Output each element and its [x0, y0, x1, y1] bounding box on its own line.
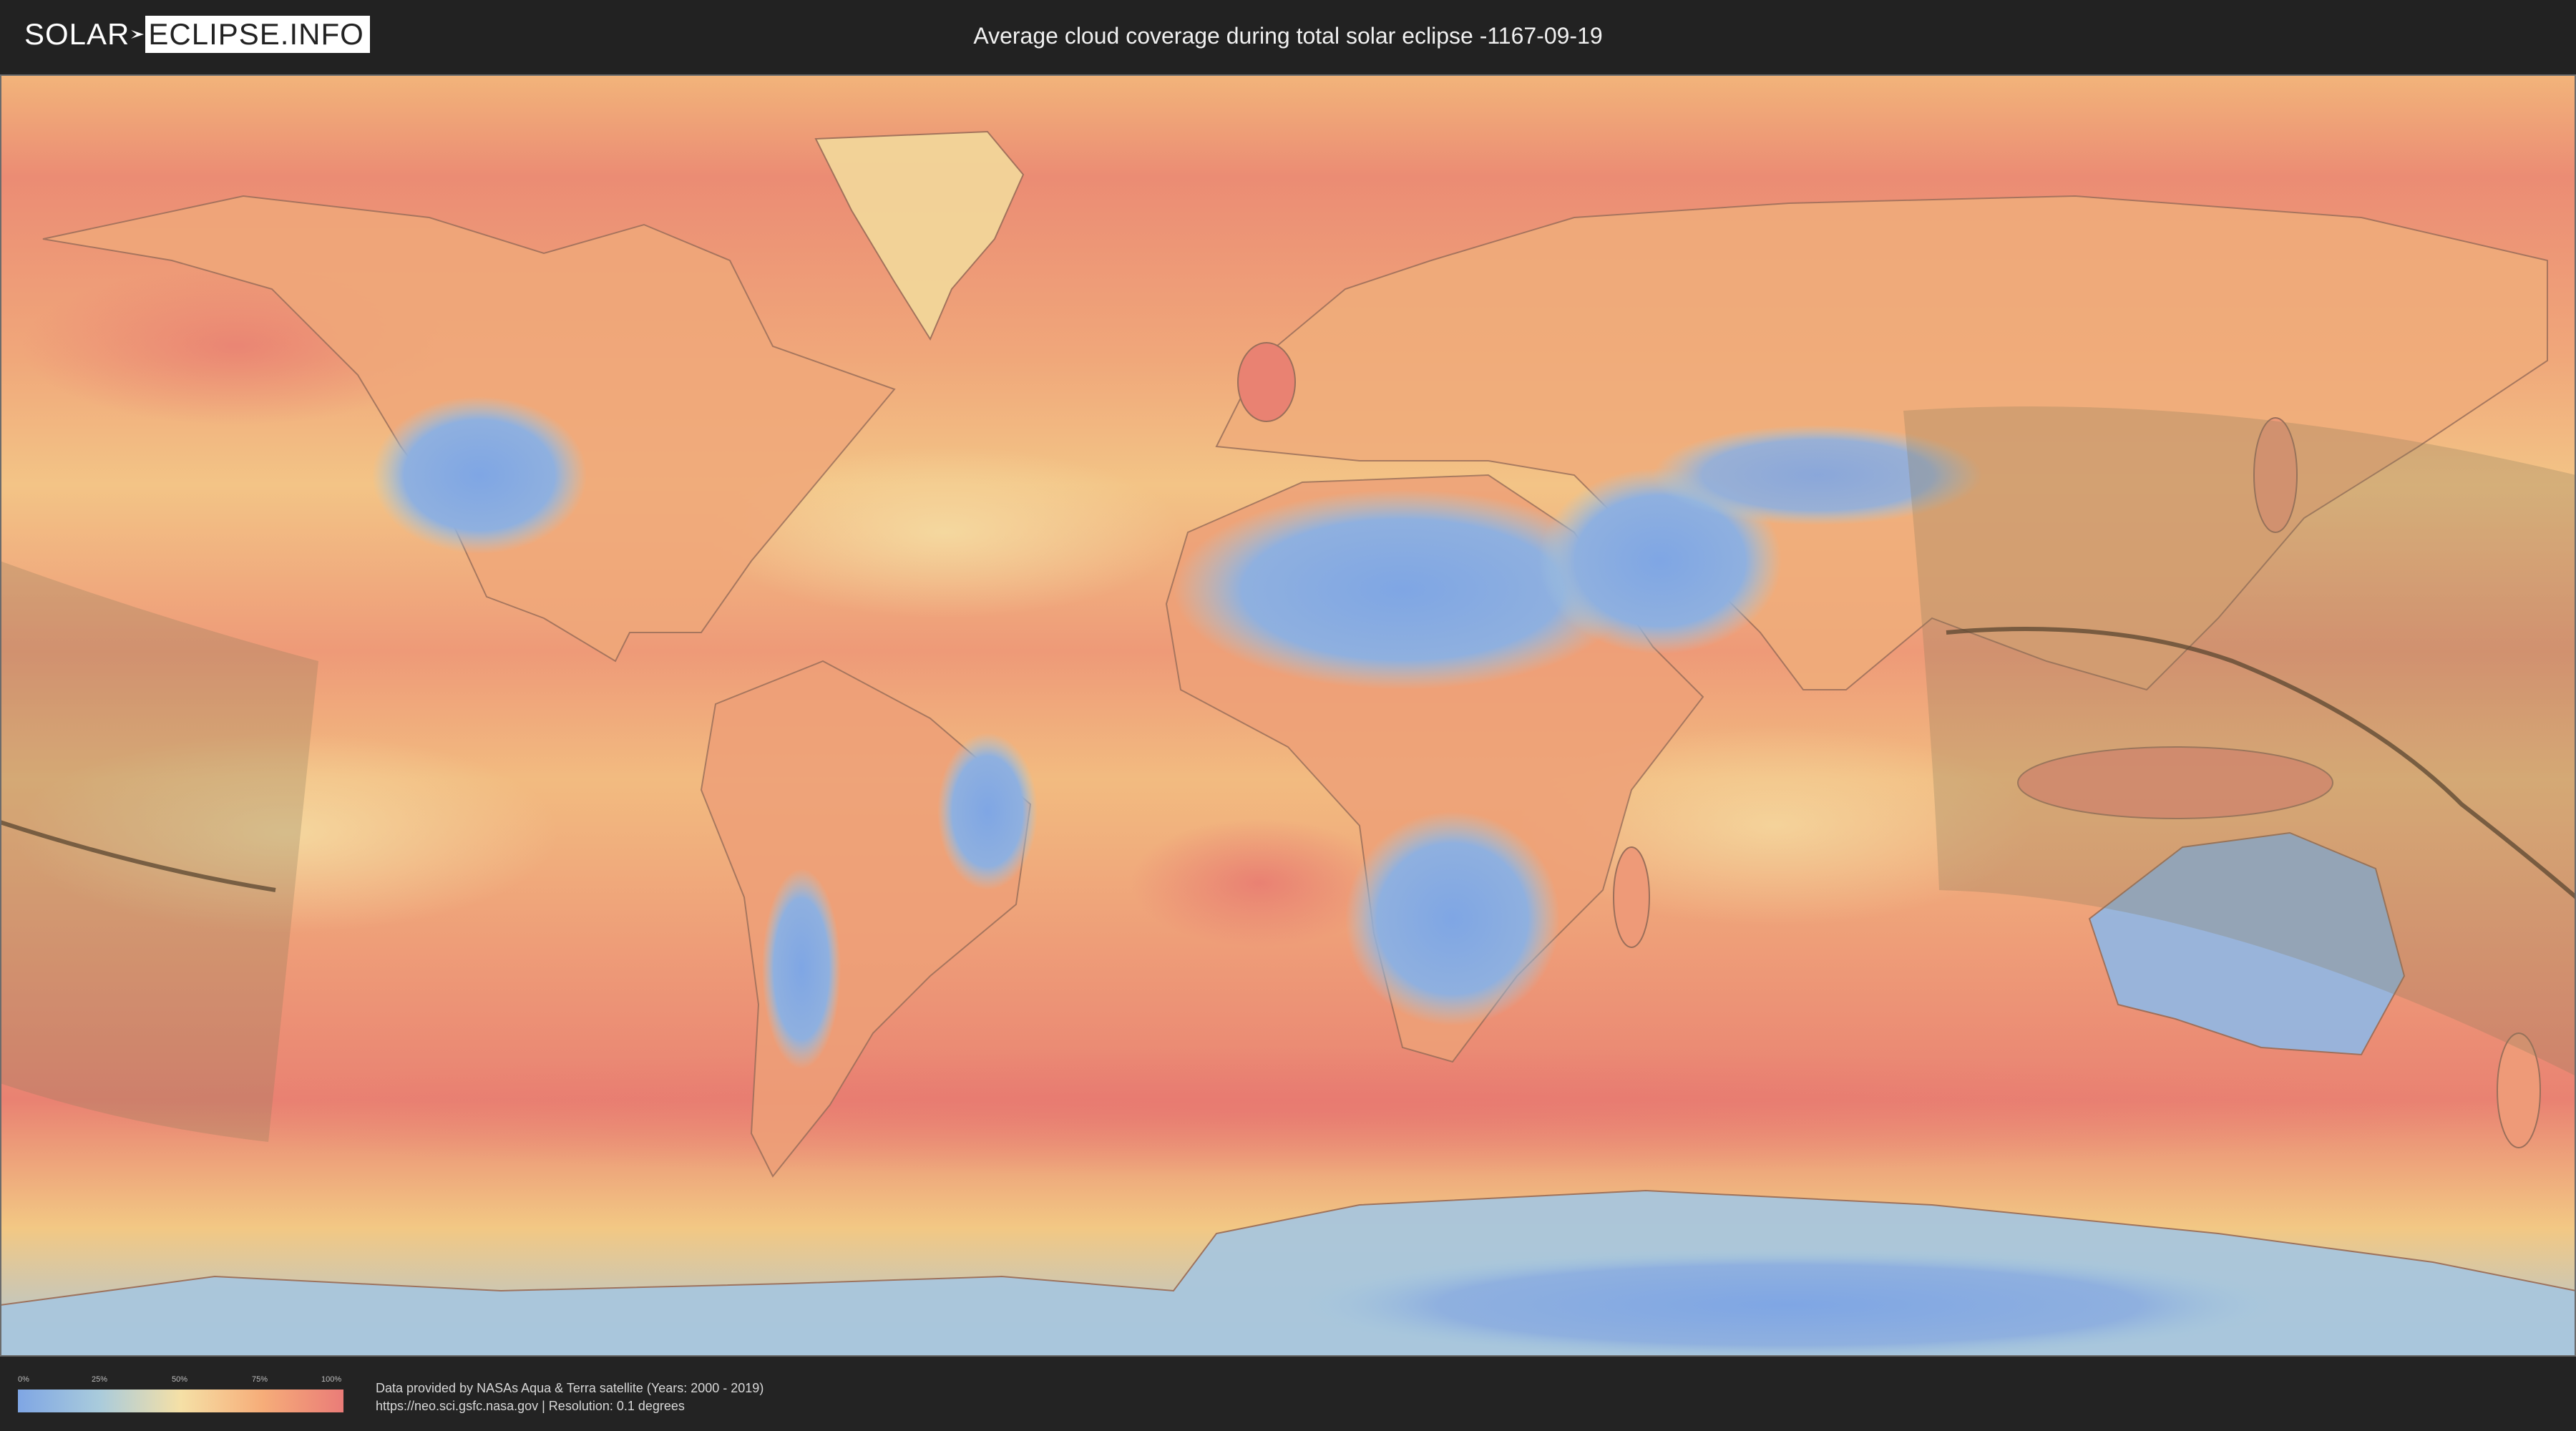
legend-tick: 100% — [321, 1375, 342, 1384]
legend-tick: 50% — [172, 1375, 188, 1384]
uk-ireland — [1237, 342, 1296, 422]
central-andes-clear — [762, 869, 841, 1069]
us-southwest-clear — [372, 396, 587, 554]
credits-line-url[interactable]: https://neo.sci.gsfc.nasa.gov | Resoluti… — [376, 1397, 763, 1415]
legend-tick: 25% — [92, 1375, 108, 1384]
east-brazil-clear — [937, 733, 1038, 890]
cloud-coverage-legend: 0% 25% 50% 75% 100% — [18, 1375, 343, 1412]
legend-tick: 75% — [252, 1375, 268, 1384]
southern-ocean-cloudy — [72, 1047, 2504, 1176]
legend-tick: 0% — [18, 1375, 29, 1384]
legend-ticks: 0% 25% 50% 75% 100% — [18, 1375, 343, 1387]
top-bar: SOLAR ECLIPSE.INFO Average cloud coverag… — [0, 0, 2576, 72]
legend-color-bar — [18, 1390, 343, 1412]
madagascar — [1613, 846, 1650, 948]
credits-line-source: Data provided by NASAs Aqua & Terra sate… — [376, 1381, 764, 1395]
cloud-coverage-map[interactable] — [0, 74, 2576, 1357]
southern-africa-clear — [1345, 811, 1560, 1026]
data-credits: Data provided by NASAs Aqua & Terra sate… — [376, 1379, 763, 1415]
page-title: Average cloud coverage during total sola… — [973, 23, 1603, 49]
eclipse-path-west — [0, 561, 318, 1142]
